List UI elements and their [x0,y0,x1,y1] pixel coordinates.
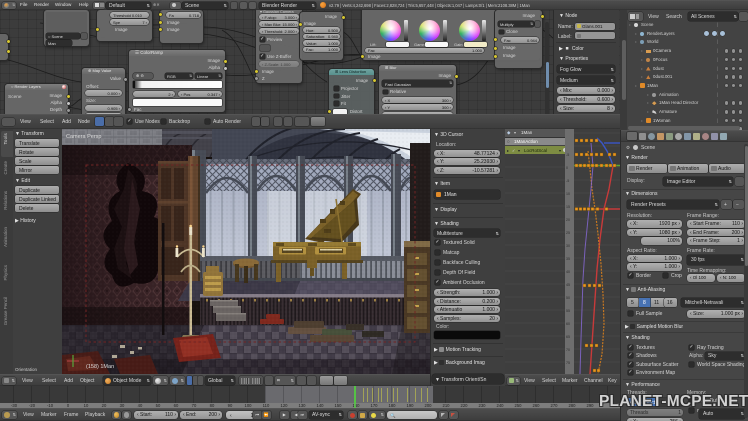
svg-text:65: 65 [566,335,570,339]
svg-text:-5: -5 [566,179,569,183]
svg-text:55: 55 [566,309,570,313]
svg-text:20: 20 [566,218,570,222]
svg-text:-5: -5 [566,153,569,157]
svg-text:70: 70 [566,348,570,352]
svg-text:25: 25 [566,231,570,235]
svg-text:45: 45 [566,283,570,287]
svg-text:Camera Persp: Camera Persp [66,134,101,140]
svg-text:15: 15 [566,205,570,209]
svg-text:75: 75 [566,361,570,365]
svg-text:0: 0 [566,166,568,170]
svg-text:10: 10 [566,192,570,196]
svg-text:60: 60 [566,322,570,326]
svg-text:40: 40 [566,270,570,274]
svg-text:35: 35 [566,257,570,261]
svg-text:50: 50 [566,296,570,300]
svg-text:(158) 1Man: (158) 1Man [86,364,114,370]
svg-text:30: 30 [566,244,570,248]
